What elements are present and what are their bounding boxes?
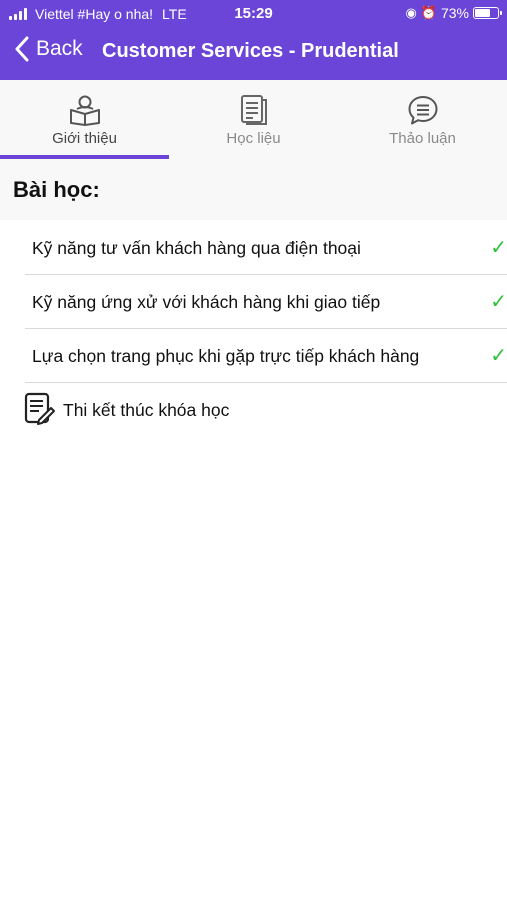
final-exam-label: Thi kết thúc khóa học (63, 400, 230, 420)
page-title: Customer Services - Prudential (102, 40, 399, 62)
lesson-item[interactable]: Kỹ năng ứng xử với khách hàng khi giao t… (25, 275, 507, 329)
tab-gioi-thieu[interactable]: Giới thiệu (0, 80, 169, 160)
app-header: Viettel #Hay o nha! LTE 15:29 ◉ ⏰ 73% Ba… (0, 0, 507, 80)
tab-bar: Giới thiệu Học liệu Thảo luận (0, 80, 507, 160)
lesson-list: Kỹ năng tư vấn khách hàng qua điện thoại… (0, 221, 507, 383)
chat-bubble-icon (408, 96, 437, 125)
chevron-left-icon (15, 36, 29, 62)
tab-label: Học liệu (226, 130, 281, 147)
tab-thao-luan[interactable]: Thảo luận (338, 80, 507, 160)
final-exam-item[interactable]: Thi kết thúc khóa học (0, 384, 507, 434)
battery-level-fill (475, 9, 491, 17)
battery-percent: 73% (440, 5, 469, 21)
alarm-icon: ⏰ (420, 5, 437, 20)
back-button[interactable]: Back (14, 36, 83, 62)
orientation-lock-icon: ◉ (405, 5, 417, 20)
tab-label: Giới thiệu (52, 130, 117, 147)
active-tab-indicator (0, 155, 169, 159)
exam-edit-icon (24, 392, 55, 425)
section-title: Bài học: (13, 177, 100, 202)
battery-icon (473, 7, 502, 19)
lesson-item[interactable]: Kỹ năng tư vấn khách hàng qua điện thoại… (25, 221, 507, 275)
lesson-label: Kỹ năng ứng xử với khách hàng khi giao t… (32, 292, 381, 312)
tab-hoc-lieu[interactable]: Học liệu (169, 80, 338, 160)
lesson-label: Lựa chọn trang phục khi gặp trực tiếp kh… (32, 346, 420, 366)
checkmark-icon: ✓ (490, 291, 507, 313)
back-label: Back (36, 37, 83, 60)
nav-bar: Back Customer Services - Prudential (0, 32, 507, 72)
lesson-item[interactable]: Lựa chọn trang phục khi gặp trực tiếp kh… (25, 329, 507, 383)
document-icon (240, 95, 267, 125)
checkmark-icon: ✓ (490, 237, 507, 259)
section-header: Bài học: (0, 160, 507, 220)
reading-person-icon (69, 95, 100, 126)
lesson-label: Kỹ năng tư vấn khách hàng qua điện thoại (32, 238, 361, 258)
checkmark-icon: ✓ (490, 345, 507, 367)
tab-label: Thảo luận (389, 130, 456, 147)
status-bar: Viettel #Hay o nha! LTE 15:29 ◉ ⏰ 73% (0, 0, 507, 28)
